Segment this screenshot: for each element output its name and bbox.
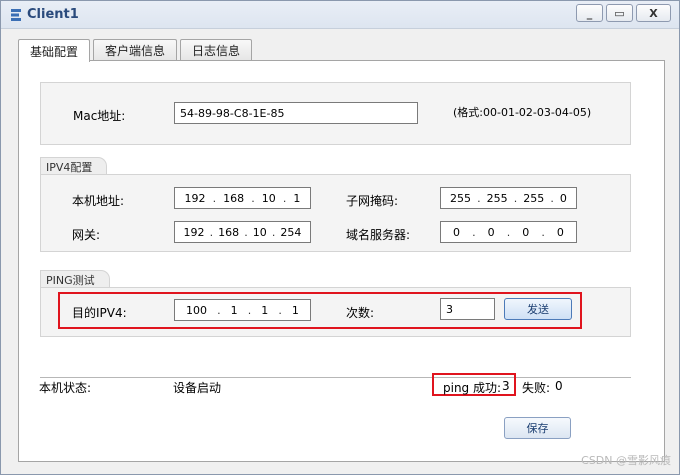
ip-octet: 10 <box>261 191 276 205</box>
tab-basic-config[interactable]: 基础配置 <box>18 39 91 62</box>
ping-success-value: 3 <box>502 379 510 393</box>
dns-label: 域名服务器: <box>346 228 411 242</box>
basic-config-panel: Mac地址: 54-89-98-C8-1E-85 (格式:00-01-02-03… <box>18 60 665 462</box>
ping-fail-value: 0 <box>555 379 563 393</box>
mac-label: Mac地址: <box>73 109 126 123</box>
app-icon <box>11 9 21 21</box>
mac-input[interactable]: 54-89-98-C8-1E-85 <box>174 102 418 124</box>
save-button[interactable]: 保存 <box>504 417 571 439</box>
ip-octet: 10 <box>252 225 267 239</box>
tab-log-info[interactable]: 日志信息 <box>180 39 253 61</box>
ip-octet: 0 <box>556 225 564 239</box>
ip-octet: 0 <box>453 225 461 239</box>
local-ip-label: 本机地址: <box>72 194 125 208</box>
dns-input[interactable]: 0. 0. 0. 0 <box>440 221 577 243</box>
ip-octet: 192 <box>184 191 206 205</box>
maximize-button[interactable]: ▭ <box>606 4 633 22</box>
ip-octet: 254 <box>280 225 302 239</box>
window-title: Client1 <box>27 7 79 22</box>
mac-format-hint: (格式:00-01-02-03-04-05) <box>453 106 592 119</box>
ip-octet: 0 <box>487 225 495 239</box>
ip-octet: 255 <box>523 191 545 205</box>
minimize-button[interactable]: _ <box>576 4 603 22</box>
ipv4-group-title: IPV4配置 <box>40 157 108 175</box>
tab-bar: 基础配置 客户端信息 日志信息 <box>18 39 255 62</box>
subnet-label: 子网掩码: <box>346 194 399 208</box>
watermark: CSDN @雪影风痕 <box>581 454 671 467</box>
ping-highlight-box <box>58 292 582 329</box>
ip-octet: 192 <box>183 225 205 239</box>
ip-octet: 0 <box>559 191 567 205</box>
ipv4-group: 本机地址: 192. 168. 10. 1 子网掩码: 255. 255. 25… <box>40 174 631 252</box>
status-separator <box>40 377 631 378</box>
status-label: 本机状态: <box>39 381 92 395</box>
ip-octet: 255 <box>450 191 472 205</box>
local-ip-input[interactable]: 192. 168. 10. 1 <box>174 187 311 209</box>
ip-octet: 1 <box>293 191 301 205</box>
ping-group-title: PING测试 <box>40 270 110 288</box>
mac-group: Mac地址: 54-89-98-C8-1E-85 (格式:00-01-02-03… <box>40 82 631 145</box>
ping-success-label: ping 成功: <box>443 381 502 395</box>
tab-client-info[interactable]: 客户端信息 <box>93 39 178 61</box>
title-bar[interactable]: Client1 _ ▭ X <box>1 1 679 29</box>
ping-fail-label: 失败: <box>522 381 551 395</box>
gateway-input[interactable]: 192. 168. 10. 254 <box>174 221 311 243</box>
client-window: Client1 _ ▭ X 基础配置 客户端信息 日志信息 Mac地址: 54-… <box>0 0 680 475</box>
ip-octet: 0 <box>522 225 530 239</box>
status-value: 设备启动 <box>173 381 222 395</box>
ip-octet: 168 <box>223 191 245 205</box>
gateway-label: 网关: <box>72 228 101 242</box>
subnet-input[interactable]: 255. 255. 255. 0 <box>440 187 577 209</box>
close-button[interactable]: X <box>636 4 671 22</box>
ip-octet: 255 <box>486 191 508 205</box>
ip-octet: 168 <box>218 225 240 239</box>
